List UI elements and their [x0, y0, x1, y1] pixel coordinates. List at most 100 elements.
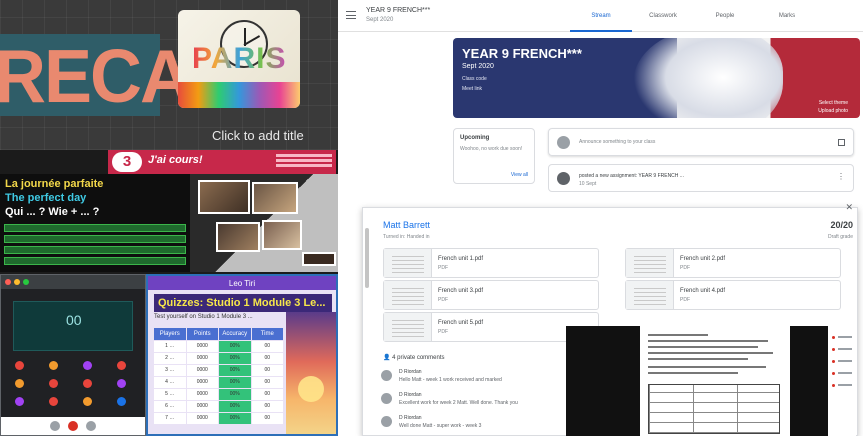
announce-box[interactable]: Announce something to your class	[548, 128, 854, 156]
attachment-card[interactable]: French unit 2.pdf PDF	[625, 248, 841, 278]
people-icon: 👤	[383, 355, 393, 361]
lesson-number-badge: 3	[112, 152, 142, 172]
class-name[interactable]: YEAR 9 FRENCH***	[366, 7, 430, 14]
view-all-link[interactable]: View all	[511, 172, 528, 178]
stream-post[interactable]: posted a new assignment: YEAR 9 FRENCH .…	[548, 164, 854, 192]
participant-tile-number: 00	[66, 312, 82, 328]
class-code-label[interactable]: Class code	[462, 76, 487, 82]
leaderboard-cell: 00	[251, 341, 283, 352]
status-dot	[832, 348, 835, 351]
class-tabs: Stream Classwork People Marks	[570, 0, 818, 32]
comment-text: Hello Matt - week 1 work received and ma…	[399, 377, 502, 383]
photos-slide[interactable]	[190, 174, 338, 272]
hamburger-menu-icon[interactable]	[346, 11, 356, 19]
pdf-thumbnail	[626, 249, 674, 277]
private-comments-heading: 👤 4 private comments	[383, 354, 445, 361]
participant-avatar	[83, 397, 92, 406]
sidebar-line	[838, 384, 852, 386]
leaderboard-cell: 00	[251, 377, 283, 388]
tab-stream[interactable]: Stream	[570, 0, 632, 32]
end-call-icon[interactable]	[68, 421, 78, 431]
paris-logo-text: PARIS	[192, 42, 287, 75]
attachment-type: PDF	[438, 265, 448, 271]
scrollbar[interactable]	[365, 228, 369, 288]
mic-icon[interactable]	[50, 421, 60, 431]
submission-status: Turned in: Handed in	[383, 234, 430, 240]
sentence-row	[4, 257, 186, 265]
leaderboard-cell: 00	[251, 353, 283, 364]
more-vert-icon[interactable]: ⋮	[837, 173, 845, 181]
call-controls	[1, 417, 145, 435]
close-window-icon[interactable]	[5, 279, 11, 285]
leaderboard-row: 5 … 0000 00% 00	[154, 389, 284, 400]
leaderboard-cell: 6 …	[154, 401, 186, 412]
leaderboard-cell: 00	[251, 413, 283, 424]
banner-title: YEAR 9 FRENCH***	[462, 46, 582, 61]
photo	[252, 182, 298, 214]
close-icon[interactable]: ✕	[845, 202, 853, 213]
attachment-card[interactable]: French unit 1.pdf PDF	[383, 248, 599, 278]
comment-author: D Riordan	[399, 369, 422, 375]
attachment-name: French unit 4.pdf	[680, 288, 726, 294]
sidebar-line	[838, 336, 852, 338]
leaderboard-cell: 00	[251, 389, 283, 400]
quiz-window[interactable]: Leo Tiri Quizzes: Studio 1 Module 3 Le..…	[146, 274, 338, 436]
photo	[198, 180, 250, 214]
leaderboard-row: 7 … 0000 00% 00	[154, 413, 284, 424]
leaderboard-cell: 00	[251, 401, 283, 412]
sentence-row	[4, 235, 186, 243]
participant-tile: 00	[13, 301, 133, 351]
paris-logo: PARIS	[178, 10, 300, 108]
participant-avatar	[15, 361, 24, 370]
photo	[302, 252, 336, 266]
leaderboard-row: 3 … 0000 00% 00	[154, 365, 284, 376]
document-preview[interactable]	[640, 326, 790, 436]
leaderboard-cell: 00%	[219, 377, 251, 388]
private-comment: D Riordan Excellent work for week 2 Matt…	[381, 391, 561, 413]
leaderboard-cell: 00%	[219, 413, 251, 424]
attachment-type: PDF	[680, 297, 690, 303]
banner-subtitle: Sept 2020	[462, 63, 494, 70]
leaderboard-cell: 00	[251, 365, 283, 376]
pdf-thumbnail	[384, 249, 432, 277]
upload-photo-link[interactable]: Upload photo	[818, 108, 848, 114]
sun-icon	[298, 376, 324, 402]
avatar	[557, 136, 570, 149]
participant-avatar	[49, 361, 58, 370]
leaderboard-cell: 0000	[186, 377, 218, 388]
camera-icon[interactable]	[86, 421, 96, 431]
leaderboard-cell: 3 …	[154, 365, 186, 376]
avatar	[381, 393, 392, 404]
photo	[216, 222, 260, 252]
attachment-card[interactable]: French unit 3.pdf PDF	[383, 280, 599, 310]
grade-value[interactable]: 20/20	[830, 220, 853, 230]
pdf-thumbnail	[384, 281, 432, 309]
leaderboard-header-cell: Time	[251, 328, 283, 340]
tab-people[interactable]: People	[694, 0, 756, 32]
minimize-window-icon[interactable]	[14, 279, 20, 285]
repost-icon[interactable]	[838, 139, 845, 146]
participant-avatar	[83, 361, 92, 370]
doc-line	[648, 372, 738, 374]
grade-label: Draft grade	[827, 234, 853, 240]
leaderboard-row: 2 … 0000 00% 00	[154, 353, 284, 364]
doc-line	[648, 346, 758, 348]
comment-text: Excellent work for week 2 Matt. Well don…	[399, 400, 518, 406]
tab-classwork[interactable]: Classwork	[632, 0, 694, 32]
assignment-icon	[557, 172, 570, 185]
meet-link-label[interactable]: Meet link	[462, 86, 482, 92]
attachment-name: French unit 3.pdf	[438, 288, 484, 294]
select-theme-link[interactable]: Select theme	[819, 100, 848, 106]
recap-slide[interactable]: RECAP PARIS Click to add title	[0, 0, 338, 150]
leaderboard-cell: 0000	[186, 401, 218, 412]
leaderboard-row: 1 … 0000 00% 00	[154, 341, 284, 352]
participant-avatar	[49, 379, 58, 388]
slide-title-placeholder[interactable]: Click to add title	[212, 128, 304, 143]
maximize-window-icon[interactable]	[23, 279, 29, 285]
tab-marks[interactable]: Marks	[756, 0, 818, 32]
attachment-card[interactable]: French unit 4.pdf PDF	[625, 280, 841, 310]
video-call-window[interactable]: 00	[0, 274, 146, 436]
leaderboard-cell: 0000	[186, 353, 218, 364]
sidebar-line	[838, 372, 852, 374]
pdf-thumbnail	[384, 313, 432, 341]
